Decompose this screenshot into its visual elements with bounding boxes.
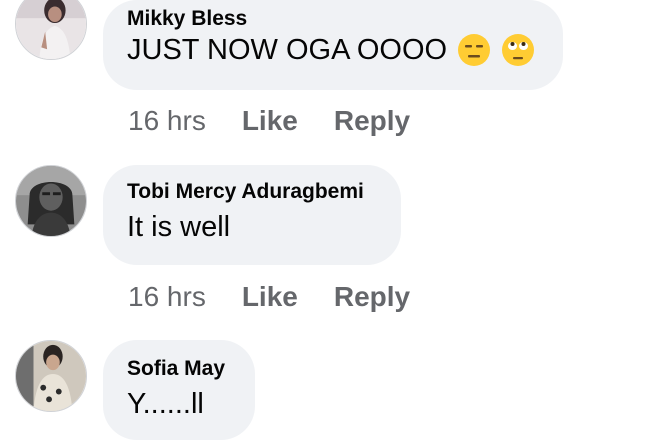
comment-timestamp[interactable]: 16 hrs [128, 280, 206, 314]
avatar-photo [16, 0, 86, 59]
comment-bubble: Mikky Bless JUST NOW OGA OOOO [103, 0, 563, 90]
comment-bubble: Tobi Mercy Aduragbemi It is well [103, 165, 401, 265]
comment-text-content: Y......ll [127, 388, 204, 420]
comment-item: Sofia May Y......ll [0, 340, 660, 440]
comment-meta: 16 hrs Like Reply [128, 104, 446, 138]
comment-text-content: It is well [127, 211, 231, 243]
avatar-photo [16, 341, 86, 411]
avatar[interactable] [15, 340, 87, 412]
comment-meta: 16 hrs Like Reply [128, 280, 446, 314]
comment-bubble: Sofia May Y......ll [103, 340, 255, 440]
comment-text: Y......ll [127, 386, 231, 422]
comment-text-content: JUST NOW OGA OOOO [127, 34, 448, 66]
like-button[interactable]: Like [242, 104, 298, 138]
like-button[interactable]: Like [242, 280, 298, 314]
avatar-photo [16, 166, 86, 236]
avatar[interactable] [15, 165, 87, 237]
comment-author[interactable]: Mikky Bless [127, 6, 539, 32]
comment-author[interactable]: Tobi Mercy Aduragbemi [127, 179, 377, 205]
comment-author[interactable]: Sofia May [127, 356, 231, 382]
comment-item: Tobi Mercy Aduragbemi It is well 16 hrs … [0, 165, 660, 335]
face-with-rolling-eyes-emoji-icon [501, 33, 535, 67]
reply-button[interactable]: Reply [334, 280, 410, 314]
reply-button[interactable]: Reply [334, 104, 410, 138]
comment-text: JUST NOW OGA OOOO [127, 32, 539, 68]
comment-text: It is well [127, 209, 377, 245]
expressionless-face-emoji-icon [457, 33, 491, 67]
avatar[interactable] [15, 0, 87, 60]
comment-item: Mikky Bless JUST NOW OGA OOOO 16 hrs Lik… [0, 0, 660, 160]
comment-timestamp[interactable]: 16 hrs [128, 104, 206, 138]
